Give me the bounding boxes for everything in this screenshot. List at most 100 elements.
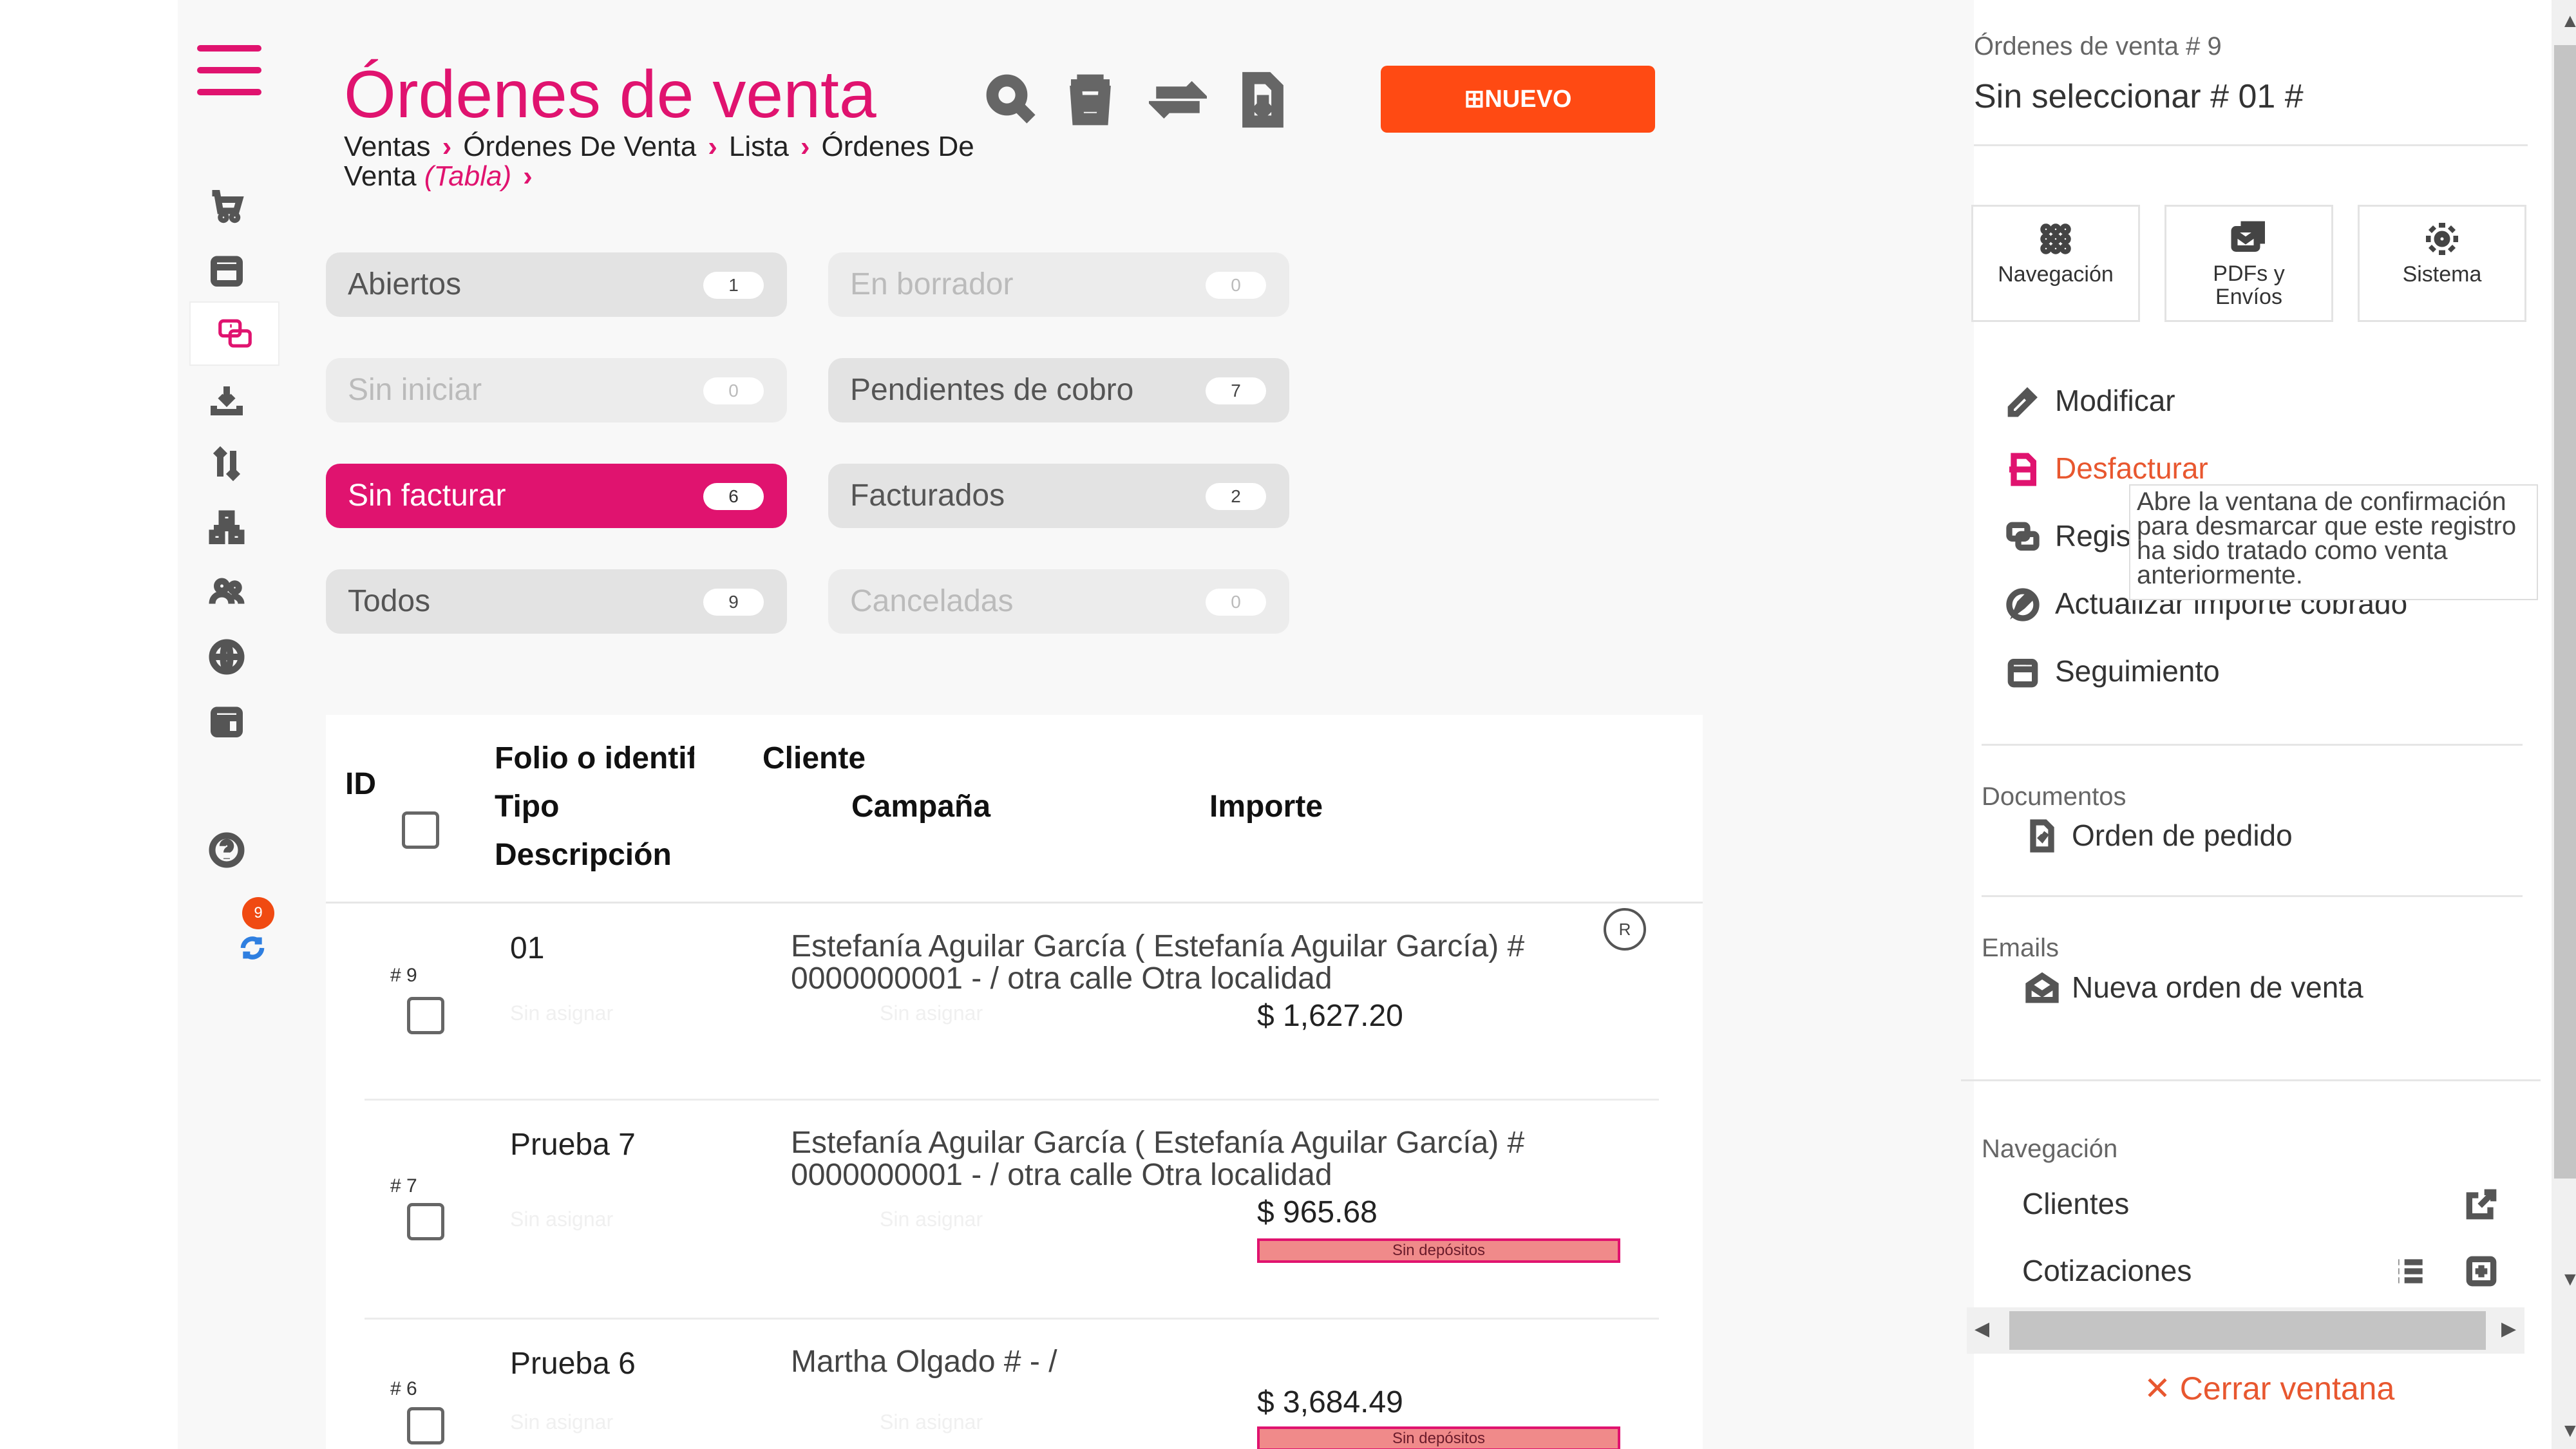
filter-label: Sin iniciar [348,373,482,407]
tile-pdfs[interactable]: PDFs y Envíos [2164,205,2333,322]
plus-file-icon: ⊞ [1464,86,1485,113]
row-tipo-unassigned: Sin asignar [510,1410,614,1434]
col-descripcion[interactable]: Descripción [495,837,672,873]
filter-sin-iniciar[interactable]: Sin iniciar 0 [326,358,787,422]
filter-facturados[interactable]: Facturados 2 [828,464,1289,528]
action-label: Desfacturar [2055,451,2208,485]
filter-label: Sin facturar [348,478,506,513]
filter-en-borrador[interactable]: En borrador 0 [828,252,1289,317]
scroll-down-icon[interactable]: ▼ [2561,1269,2576,1291]
rail-item-sales-active[interactable] [189,301,279,366]
row-id: # 7 [390,1175,417,1197]
chevron-right-icon: › [708,131,717,162]
list-icon[interactable] [2392,1253,2429,1289]
close-window-button[interactable]: ✕ Cerrar ventana [2144,1370,2394,1407]
scroll-right-icon[interactable]: ▶ [2501,1318,2516,1340]
hierarchy-icon[interactable] [207,509,246,547]
row-client[interactable]: Estefanía Aguilar García ( Estefanía Agu… [791,931,1654,995]
tile-sistema[interactable]: Sistema [2358,205,2526,322]
chevron-right-icon: › [442,131,452,162]
search-icon[interactable] [983,71,1041,129]
envelope-open-icon [2025,972,2059,1003]
new-order-label: NUEVO [1484,86,1572,113]
filter-label: Todos [348,584,431,618]
pen-circle-icon [2006,588,2040,621]
action-label: Modificar [2055,384,2175,417]
panel-title: Sin seleccionar # 01 # [1974,78,2304,115]
filter-sin-facturar[interactable]: Sin facturar 6 [326,464,787,528]
breadcrumb-item[interactable]: Ventas [344,131,431,162]
action-label: Seguimiento [2055,654,2220,688]
menu-icon[interactable] [197,45,261,97]
row-client[interactable]: Martha Olgado # - / [791,1346,1654,1378]
row-checkbox[interactable] [407,1407,444,1444]
filter-label: Canceladas [850,584,1014,618]
row-amount: $ 3,684.49 [1257,1385,1403,1419]
scroll-up-icon[interactable]: ▲ [2561,10,2576,32]
panel-subtitle: Órdenes de venta # 9 [1974,32,2222,61]
row-divider [365,1099,1659,1101]
filter-count: 2 [1206,483,1266,510]
row-campaign-unassigned: Sin asignar [880,1208,983,1231]
cart-icon[interactable] [207,187,246,225]
nav-clientes[interactable]: Clientes [2022,1186,2129,1221]
scroll-down-icon[interactable]: ▼ [2561,1420,2576,1442]
new-order-button[interactable]: ⊞NUEVO [1381,66,1655,133]
col-campana[interactable]: Campaña [851,789,990,824]
add-icon[interactable] [2463,1253,2499,1289]
page-title: Órdenes de venta [344,57,876,132]
tile-navegacion[interactable]: Navegación [1971,205,2140,322]
tile-label: Sistema [2402,262,2482,287]
row-checkbox[interactable] [407,1203,444,1240]
help-icon[interactable] [207,831,246,869]
download-icon[interactable] [207,380,246,419]
money-chat-icon [2006,522,2040,551]
sync-icon[interactable] [238,934,267,962]
vertical-scroll-thumb[interactable] [2554,45,2576,1179]
col-folio[interactable]: Folio o identificador [495,741,694,774]
sort-icon[interactable] [207,444,246,483]
breadcrumb-item[interactable]: Lista [729,131,789,162]
col-id[interactable]: ID [345,766,376,802]
row-folio[interactable]: 01 [510,931,544,966]
app-window: 9 Órdenes de venta Ventas › Órdenes De Ven… [178,0,2576,1449]
horizontal-scroll-thumb[interactable] [2009,1311,2486,1350]
document-label: Orden de pedido [2072,819,2293,852]
row-folio[interactable]: Prueba 6 [510,1346,636,1381]
globe-icon[interactable] [207,638,246,676]
breadcrumb-item[interactable]: Órdenes De Venta [463,131,696,162]
filter-canceladas[interactable]: Canceladas 0 [828,569,1289,634]
filter-abiertos[interactable]: Abiertos 1 [326,252,787,317]
users-icon[interactable] [207,573,246,612]
sync-count-badge: 9 [242,897,274,929]
external-link-icon[interactable] [2463,1186,2499,1222]
select-all-checkbox[interactable] [402,811,439,849]
orders-table: ID Folio o identificador Tipo Descripció… [326,715,1703,1449]
row-amount: $ 1,627.20 [1257,999,1403,1033]
transfer-icon[interactable] [1146,71,1209,129]
export-file-icon[interactable] [1234,71,1292,129]
calendar-icon[interactable] [207,251,246,290]
trash-icon[interactable] [1061,71,1119,129]
col-importe[interactable]: Importe [1209,789,1323,824]
row-folio[interactable]: Prueba 7 [510,1127,636,1162]
detail-panel: Órdenes de venta # 9 Sin seleccionar # 0… [1961,0,2552,1449]
col-tipo[interactable]: Tipo [495,789,559,824]
nav-cotizaciones[interactable]: Cotizaciones [2022,1253,2192,1288]
filter-todos[interactable]: Todos 9 [326,569,787,634]
document-icon [2030,819,2054,853]
row-client[interactable]: Estefanía Aguilar García ( Estefanía Agu… [791,1127,1654,1191]
tile-label: PDFs y Envíos [2213,261,2285,309]
nav-label: Navegación [1982,1135,2118,1163]
filter-label: Pendientes de cobro [850,373,1134,407]
event-calendar-icon[interactable] [207,702,246,741]
row-tipo-unassigned: Sin asignar [510,1208,614,1231]
row-checkbox[interactable] [407,997,444,1034]
filter-pendientes-de-cobro[interactable]: Pendientes de cobro 7 [828,358,1289,422]
email-label: Nueva orden de venta [2072,971,2363,1004]
calendar-icon [2007,659,2038,688]
row-id: # 6 [390,1378,417,1399]
breadcrumb-view: (Tabla) [424,160,512,192]
col-cliente[interactable]: Cliente [762,741,866,776]
scroll-left-icon[interactable]: ◀ [1975,1318,1989,1340]
